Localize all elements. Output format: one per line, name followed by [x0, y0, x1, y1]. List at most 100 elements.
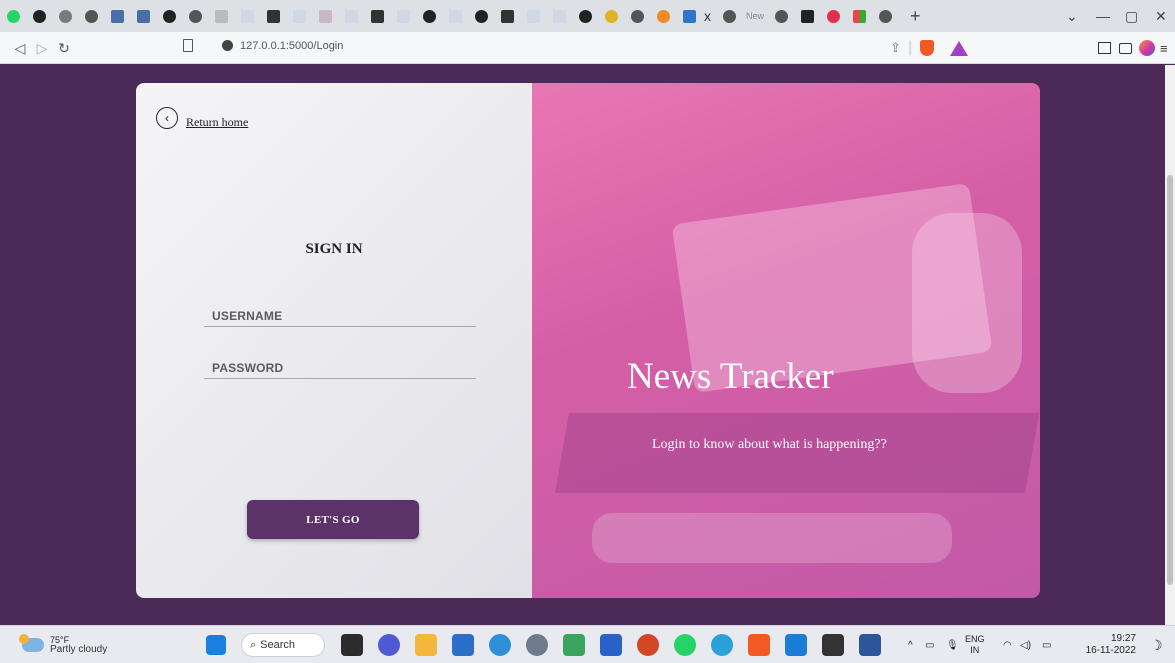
trello-tab-icon[interactable] — [679, 6, 699, 26]
share-icon[interactable]: ⇪ — [890, 32, 901, 64]
vscode-icon[interactable] — [785, 634, 807, 656]
new-tab-button[interactable]: + — [910, 6, 921, 27]
brave-icon[interactable] — [748, 634, 770, 656]
anaconda-icon[interactable] — [563, 634, 585, 656]
globe-tab-icon[interactable] — [627, 6, 647, 26]
username-input[interactable] — [204, 305, 476, 327]
chevron-up-icon[interactable]: ^ — [908, 626, 913, 663]
github-tab-icon[interactable] — [419, 6, 439, 26]
tab-title[interactable]: New — [746, 11, 764, 21]
wifi-icon[interactable]: ◠ — [1003, 626, 1012, 663]
browser-tab-strip: x New + ⌄ — ▢ ✕ — [0, 0, 1175, 32]
terminal-icon[interactable] — [822, 634, 844, 656]
globe-tab-icon[interactable] — [771, 6, 791, 26]
close-window-button[interactable]: ✕ — [1155, 0, 1167, 32]
return-home-label[interactable]: Return home — [186, 115, 248, 130]
document-tab-icon[interactable] — [133, 6, 153, 26]
phone-image — [592, 513, 952, 563]
powerpoint-icon[interactable] — [637, 634, 659, 656]
edge-icon[interactable] — [489, 634, 511, 656]
taskbar-search[interactable]: ⌕ Search — [241, 633, 325, 657]
cloud-tab-icon[interactable] — [289, 6, 309, 26]
task-view-icon[interactable] — [341, 634, 363, 656]
github-tab-icon[interactable] — [159, 6, 179, 26]
moon-icon[interactable]: ☽ — [1150, 626, 1163, 663]
forward-button[interactable]: ▷ — [30, 36, 54, 60]
volume-icon[interactable]: ◁) — [1020, 626, 1031, 663]
pinned-tabs: x New + — [0, 0, 921, 32]
store-icon[interactable] — [452, 634, 474, 656]
tab-close-icon[interactable]: x — [704, 8, 711, 24]
cloud-tab-icon[interactable] — [393, 6, 413, 26]
hero-panel: News Tracker Login to know about what is… — [532, 83, 1040, 598]
windows-taskbar: 75°F Partly cloudy ⌕ Search ^ ▭ 🎙︎ ENG I… — [0, 625, 1175, 663]
colab-tab-icon[interactable] — [653, 6, 673, 26]
back-button[interactable]: ◁ — [8, 36, 32, 60]
github-tab-icon[interactable] — [575, 6, 595, 26]
grid-tab-icon[interactable] — [849, 6, 869, 26]
microphone-icon[interactable]: 🎙︎ — [946, 626, 959, 663]
language-indicator[interactable]: ENG IN — [965, 626, 985, 663]
medium-tab-icon[interactable] — [797, 6, 817, 26]
telegram-icon[interactable] — [711, 634, 733, 656]
submit-button[interactable]: LET'S GO — [247, 500, 419, 539]
weather-description: Partly cloudy — [50, 644, 108, 655]
brave-shield-icon[interactable] — [920, 32, 934, 64]
cloud-tab-icon[interactable] — [237, 6, 257, 26]
site-info-icon[interactable] — [222, 40, 233, 51]
clock[interactable]: 19:27 16-11-2022 — [1066, 626, 1136, 663]
cloud-tab-icon[interactable] — [549, 6, 569, 26]
signin-heading: SIGN IN — [305, 241, 363, 257]
github-tab-icon[interactable] — [471, 6, 491, 26]
keyboard-icon[interactable]: ▭ — [925, 626, 934, 663]
cloud-tab-icon[interactable] — [445, 6, 465, 26]
gmail-tab-icon[interactable] — [211, 6, 231, 26]
record-tab-icon[interactable] — [823, 6, 843, 26]
separator: | — [908, 39, 913, 56]
cloud-tab-icon[interactable] — [341, 6, 361, 26]
globe-tab-icon[interactable] — [55, 6, 75, 26]
notepad-icon[interactable] — [600, 634, 622, 656]
brand-title: News Tracker — [627, 356, 834, 397]
scrollbar-thumb[interactable] — [1167, 175, 1173, 585]
restore-button[interactable]: ▢ — [1125, 0, 1138, 32]
chart-tab-icon[interactable] — [497, 6, 517, 26]
file-explorer-icon[interactable] — [415, 634, 437, 656]
brave-rewards-icon[interactable] — [950, 32, 968, 64]
brand-subtitle: Login to know about what is happening?? — [652, 437, 887, 452]
globe-tab-icon[interactable] — [875, 6, 895, 26]
github-tab-icon[interactable] — [29, 6, 49, 26]
tab-search-chevron-icon[interactable]: ⌄ — [1066, 0, 1078, 32]
document-tab-icon[interactable] — [107, 6, 127, 26]
profile-avatar[interactable] — [1139, 32, 1155, 64]
minimize-button[interactable]: — — [1096, 0, 1110, 32]
globe-tab-icon[interactable] — [719, 6, 739, 26]
sidebar-icon[interactable] — [1098, 32, 1111, 64]
cloud-tab-icon[interactable] — [523, 6, 543, 26]
tab-icon[interactable] — [81, 6, 101, 26]
chat-icon[interactable] — [378, 634, 400, 656]
search-icon: ⌕ — [250, 638, 257, 651]
reload-button[interactable]: ↻ — [52, 36, 76, 60]
word-icon[interactable] — [859, 634, 881, 656]
back-arrow-icon[interactable]: ‹ — [156, 106, 178, 129]
pin-tab-icon[interactable] — [315, 6, 335, 26]
start-icon[interactable] — [206, 635, 226, 655]
python-tab-icon[interactable] — [601, 6, 621, 26]
bookmark-icon[interactable] — [183, 39, 193, 52]
chart-tab-icon[interactable] — [263, 6, 283, 26]
page-scrollbar[interactable] — [1165, 65, 1175, 625]
return-home-link[interactable]: ‹ Return home — [156, 105, 248, 130]
weather-widget[interactable]: 75°F Partly cloudy — [19, 634, 108, 655]
wallet-icon[interactable] — [1119, 32, 1132, 64]
battery-icon[interactable]: ▭ — [1042, 626, 1051, 663]
menu-icon[interactable]: ≡ — [1160, 32, 1168, 64]
url-field[interactable]: 127.0.0.1:5000/Login — [240, 40, 343, 52]
whatsapp-tab-icon[interactable] — [3, 6, 23, 26]
password-input[interactable] — [204, 357, 476, 379]
chart-tab-icon[interactable] — [367, 6, 387, 26]
whatsapp-icon[interactable] — [674, 634, 696, 656]
globe-tab-icon[interactable] — [185, 6, 205, 26]
settings-icon[interactable] — [526, 634, 548, 656]
taskbar-apps: ⌕ Search — [206, 633, 896, 657]
